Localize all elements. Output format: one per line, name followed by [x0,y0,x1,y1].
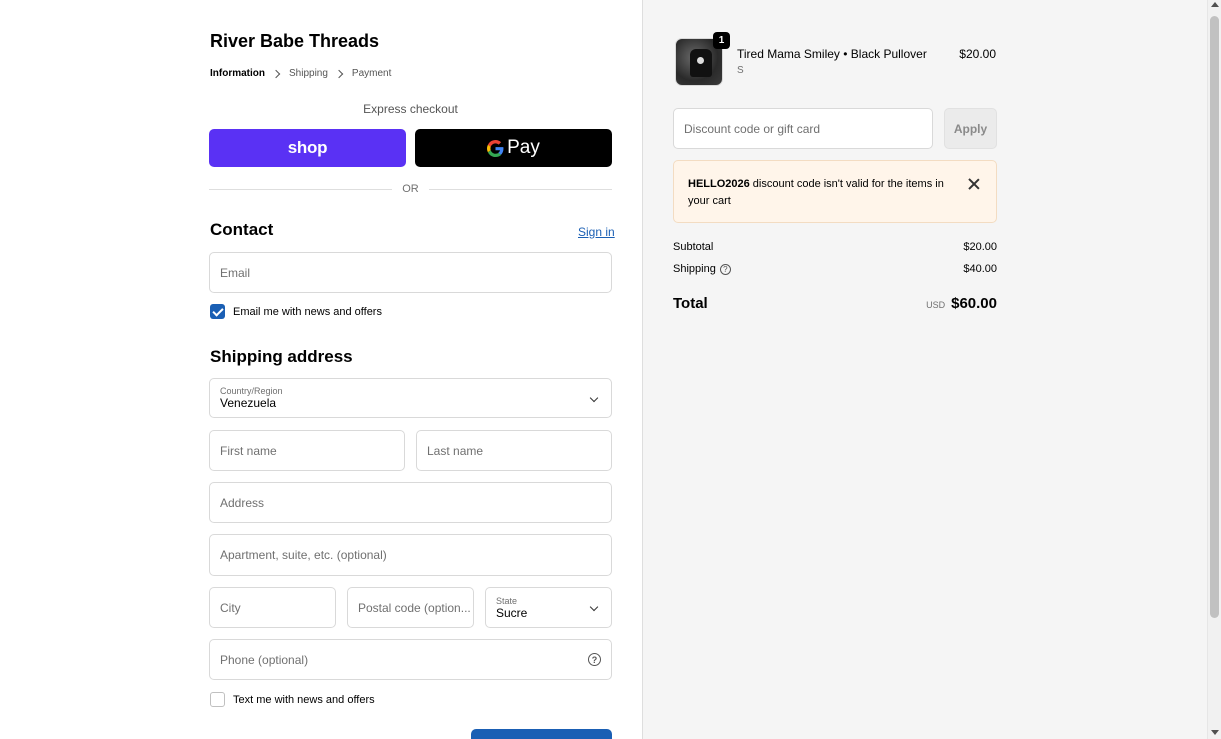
or-label: OR [402,183,419,195]
state-value: Sucre [496,605,528,620]
first-name-field[interactable]: First name [209,430,405,471]
total-row: Total USD $60.00 [673,295,997,312]
newsletter-checkbox[interactable] [210,304,225,319]
subtotal-value: $20.00 [963,241,997,253]
total-value: $60.00 [951,295,997,312]
breadcrumb: Information Shipping Payment [210,68,391,79]
product-price: $20.00 [959,47,996,61]
product-title: Tired Mama Smiley • Black Pullover [737,47,927,61]
shipping-label: Shipping [673,263,716,275]
sign-in-link[interactable]: Sign in [578,225,615,239]
country-label: Country/Region [220,386,283,396]
discount-error-notice: HELLO2026 discount code isn't valid for … [673,160,997,223]
sms-checkbox-row[interactable]: Text me with news and offers [210,692,375,707]
shipping-row: Shipping? $40.00 [673,263,997,275]
newsletter-label: Email me with news and offers [233,305,382,318]
scrollbar-thumb[interactable] [1210,16,1219,618]
state-select[interactable]: State Sucre [485,587,612,628]
breadcrumb-information[interactable]: Information [210,68,265,79]
divider-line [209,188,393,190]
scroll-down-arrow-icon[interactable] [1211,730,1219,735]
chevron-right-icon [334,69,344,78]
discount-code-input[interactable]: Discount code or gift card [673,108,933,149]
shipping-value: $40.00 [963,263,997,275]
city-field[interactable]: City [209,587,336,628]
continue-button[interactable] [471,729,612,739]
apartment-field[interactable]: Apartment, suite, etc. (optional) [209,534,612,576]
help-icon[interactable]: ? [588,653,601,666]
chevron-down-icon [589,602,599,612]
last-name-field[interactable]: Last name [416,430,612,471]
breadcrumb-payment: Payment [351,68,392,79]
shop-pay-button[interactable]: shop [209,129,406,167]
product-image [690,49,712,77]
newsletter-checkbox-row[interactable]: Email me with news and offers [210,304,382,319]
phone-placeholder: Phone (optional) [220,652,309,667]
total-label: Total [673,295,708,312]
store-name[interactable]: River Babe Threads [210,31,379,52]
breadcrumb-shipping: Shipping [289,68,328,79]
sms-checkbox[interactable] [210,692,225,707]
quantity-badge: 1 [713,32,730,49]
divider-line [428,188,612,190]
country-value: Venezuela [220,396,277,410]
page-scrollbar[interactable] [1207,0,1221,739]
email-field[interactable]: Email [209,252,612,293]
shop-pay-logo: shop [287,138,328,157]
chevron-right-icon [271,69,281,78]
postal-code-field[interactable]: Postal code (option... [347,587,474,628]
google-pay-button[interactable]: Pay [415,129,612,167]
discount-code-text: HELLO2026 [688,178,750,190]
address-field[interactable]: Address [209,482,612,523]
sms-label: Text me with news and offers [233,693,375,706]
google-pay-label: Pay [507,137,540,158]
or-divider: OR [209,182,612,196]
scroll-up-arrow-icon[interactable] [1211,2,1219,7]
express-checkout-label: Express checkout [363,102,458,116]
chevron-down-icon [589,393,599,403]
apply-discount-button[interactable]: Apply [944,108,997,149]
help-icon[interactable]: ? [719,263,731,275]
country-select[interactable]: Country/Region Venezuela [209,378,612,418]
currency-code: USD [926,300,946,310]
state-label: State [496,595,518,606]
google-g-icon [487,139,504,157]
contact-title: Contact [210,220,274,239]
checkout-main-panel: River Babe Threads Information Shipping … [0,0,642,739]
close-icon[interactable] [968,178,980,190]
shipping-address-title: Shipping address [210,347,353,366]
subtotal-label: Subtotal [673,241,714,253]
subtotal-row: Subtotal $20.00 [673,241,997,253]
product-variant: S [737,65,744,76]
phone-field[interactable]: Phone (optional) ? [209,639,612,680]
